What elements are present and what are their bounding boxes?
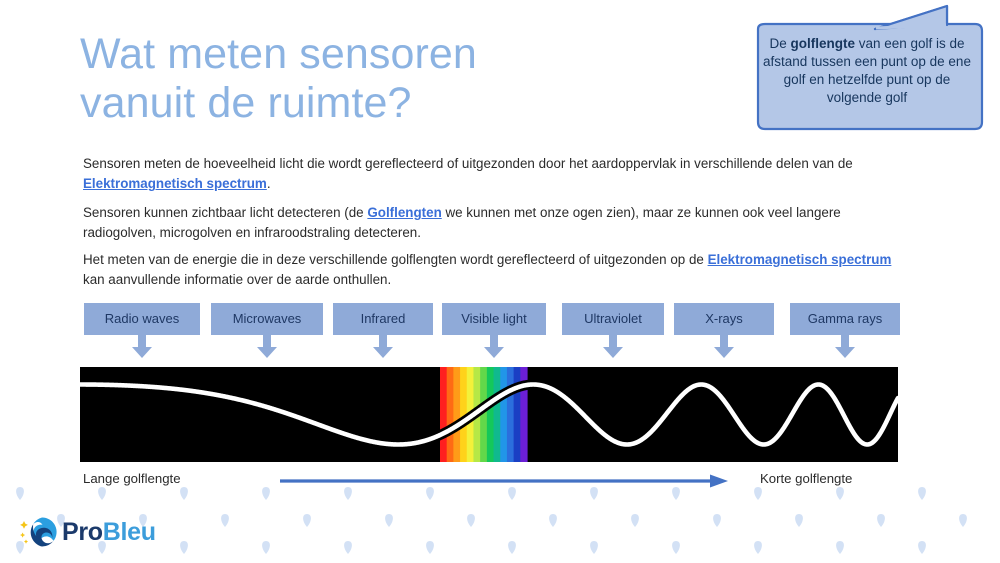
droplet-icon: [385, 514, 393, 527]
droplet-icon: [467, 514, 475, 527]
band-label-ultraviolet[interactable]: Ultraviolet: [562, 303, 664, 358]
band-pointer-arrow-icon: [835, 335, 855, 358]
wavelength-direction-arrow: [280, 474, 728, 488]
droplet-icon: [262, 541, 270, 554]
logo-text-pro: Pro: [62, 518, 103, 546]
paragraph-3-text-b: kan aanvullende informatie over de aarde…: [83, 272, 392, 288]
band-pointer-arrow-icon: [484, 335, 504, 358]
visible-color-band: [500, 367, 508, 462]
droplet-icon: [795, 514, 803, 527]
droplet-icon: [221, 514, 229, 527]
visible-color-band: [493, 367, 501, 462]
band-pointer-arrow-icon: [714, 335, 734, 358]
band-pointer-arrow-icon: [603, 335, 623, 358]
callout-text-before: De: [769, 36, 791, 51]
band-label-visible-light[interactable]: Visible light: [442, 303, 546, 358]
probleu-logo-text: ProBleu: [62, 515, 156, 549]
droplet-icon: [672, 541, 680, 554]
band-pointer-arrow-icon: [132, 335, 152, 358]
band-label-gamma-rays[interactable]: Gamma rays: [790, 303, 900, 358]
droplet-icon: [590, 541, 598, 554]
band-label-radio-waves[interactable]: Radio waves: [84, 303, 200, 358]
slide-canvas: Wat meten sensoren vanuit de ruimte? De …: [0, 0, 1000, 563]
body-paragraph-2: Sensoren kunnen zichtbaar licht detecter…: [83, 203, 907, 244]
link-electromagnetic-spectrum-1[interactable]: Elektromagnetisch spectrum: [83, 176, 267, 191]
callout-text-bold: golflengte: [790, 36, 855, 51]
droplet-icon: [713, 514, 721, 527]
page-title: Wat meten sensoren vanuit de ruimte?: [80, 30, 477, 128]
visible-light-color-bands: [440, 367, 528, 462]
band-label-x-rays[interactable]: X-rays: [674, 303, 774, 358]
band-label-box: X-rays: [674, 303, 774, 335]
droplet-icon: [303, 514, 311, 527]
band-label-microwaves[interactable]: Microwaves: [211, 303, 323, 358]
visible-color-band: [446, 367, 454, 462]
droplet-icon: [344, 541, 352, 554]
band-pointer-arrow-icon: [373, 335, 393, 358]
body-paragraph-3: Het meten van de energie die in deze ver…: [83, 250, 907, 291]
band-label-box: Infrared: [333, 303, 433, 335]
band-label-box: Microwaves: [211, 303, 323, 335]
droplet-icon: [918, 541, 926, 554]
droplet-icon: [754, 541, 762, 554]
electromagnetic-spectrum-image: [80, 367, 898, 462]
visible-color-band: [506, 367, 515, 462]
droplet-icon: [549, 514, 557, 527]
spectrum-band-labels: Radio waves Microwaves Infrared Visible lig…: [0, 303, 1000, 361]
callout-bubble: De golflengte van een golf is de afstand…: [742, 2, 992, 138]
body-paragraph-1: Sensoren meten de hoeveelheid licht die …: [83, 154, 907, 195]
band-label-box: Ultraviolet: [562, 303, 664, 335]
band-label-box: Visible light: [442, 303, 546, 335]
callout-bubble-text: De golflengte van een golf is de afstand…: [756, 35, 978, 107]
wavelength-scale: Lange golflengte Korte golflengte: [0, 469, 1000, 493]
label-short-wavelength: Korte golflengte: [760, 471, 853, 486]
spectrum-wave-graphic: [80, 367, 898, 462]
band-label-box: Gamma rays: [790, 303, 900, 335]
star-sparkles: [20, 521, 29, 544]
droplet-icon: [508, 541, 516, 554]
label-long-wavelength: Lange golflengte: [83, 471, 181, 486]
link-electromagnetic-spectrum-2[interactable]: Elektromagnetisch spectrum: [708, 252, 892, 267]
droplet-icon: [631, 514, 639, 527]
band-pointer-arrow-icon: [257, 335, 277, 358]
logo-text-bleu: Bleu: [102, 518, 156, 546]
paragraph-1-text-a: Sensoren meten de hoeveelheid licht die …: [83, 156, 853, 171]
paragraph-3-text-a: Het meten van de energie die in deze ver…: [83, 252, 708, 267]
paragraph-1-text-b: .: [266, 176, 271, 192]
link-wavelengths[interactable]: Golflengten: [367, 205, 441, 220]
droplet-icon: [426, 541, 434, 554]
droplet-icon: [836, 541, 844, 554]
band-label-infrared[interactable]: Infrared: [333, 303, 433, 358]
droplet-icon: [180, 541, 188, 554]
band-label-box: Radio waves: [84, 303, 200, 335]
visible-color-band: [440, 367, 448, 462]
droplet-icon: [877, 514, 885, 527]
droplet-icon: [959, 514, 967, 527]
visible-color-band: [486, 367, 495, 462]
visible-color-band: [513, 367, 521, 462]
paragraph-2-text-a: Sensoren kunnen zichtbaar licht detecter…: [83, 205, 368, 220]
probleu-logo-icon[interactable]: [20, 512, 60, 552]
visible-color-band: [453, 367, 461, 462]
